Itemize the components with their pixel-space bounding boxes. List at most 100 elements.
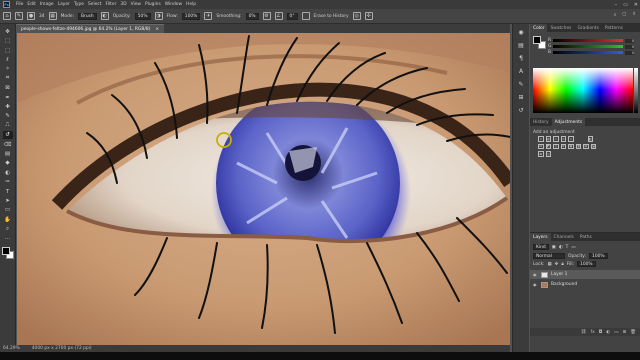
close-icon[interactable]: ✕ [634, 2, 638, 8]
brush-preset-icon[interactable]: ● [27, 12, 35, 20]
brush-icon[interactable]: ✎ [3, 113, 13, 121]
zoom-level[interactable]: 64.29% [3, 346, 20, 351]
black-white-icon[interactable]: ◩ [545, 143, 551, 149]
lock-pixels-icon[interactable]: ▦ [548, 262, 552, 267]
airbrush-icon[interactable]: ✈ [204, 12, 213, 20]
pressure-size-icon[interactable]: ◎ [352, 12, 361, 20]
menu-file[interactable]: File [16, 2, 23, 7]
libraries-icon[interactable]: ▤ [517, 42, 525, 49]
marquee-icon[interactable]: ⬚ [3, 47, 13, 55]
visibility-eye-icon[interactable]: ◉ [533, 282, 538, 287]
search-icon[interactable]: ⌕ [614, 12, 616, 18]
eraser-icon[interactable]: ⌫ [3, 141, 13, 149]
menu-window[interactable]: Window [165, 2, 182, 7]
layer-kind-filter[interactable]: Kind [533, 244, 549, 250]
foreground-swatch[interactable] [1, 246, 10, 255]
menu-3d[interactable]: 3D [120, 2, 126, 7]
channel-mixer-icon[interactable]: ⊕ [560, 143, 566, 149]
gradient-icon[interactable]: ▤ [3, 150, 13, 158]
link-layers-icon[interactable]: ⛓ [581, 330, 587, 335]
close-tab-icon[interactable]: × [155, 27, 159, 32]
red-value[interactable]: 0 [625, 38, 634, 43]
brightness-icon[interactable]: ☼ [538, 136, 544, 142]
symmetry-icon[interactable]: ✣ [364, 12, 373, 20]
blur-icon[interactable]: ◆ [3, 159, 13, 167]
layer-row-layer-1[interactable]: ◉ Layer 1 [530, 270, 640, 279]
fill-field[interactable]: 100% [577, 261, 596, 267]
menu-help[interactable]: Help [186, 2, 196, 7]
path-select-icon[interactable]: ➤ [3, 197, 13, 205]
color-lookup-icon[interactable]: ▦ [568, 143, 574, 149]
document-tab[interactable]: people-shows-feltze-494606.jpg @ 64.2% (… [16, 24, 165, 33]
color-spectrum[interactable] [533, 68, 633, 113]
hue-saturation-icon[interactable]: ◧ [587, 136, 593, 142]
layer-name[interactable]: Background [551, 282, 577, 287]
blue-slider[interactable]: B 0 [548, 50, 634, 55]
tab-layers[interactable]: Layers [530, 233, 551, 241]
mode-select[interactable]: Brush [78, 12, 97, 20]
character-icon[interactable]: A [517, 68, 525, 75]
gradient-map-icon[interactable]: ▬ [538, 151, 544, 157]
photo-filter-icon[interactable]: ◎ [553, 143, 559, 149]
minimize-icon[interactable]: – [615, 2, 618, 8]
artboard-icon[interactable]: ⬚ [3, 37, 13, 45]
dodge-icon[interactable]: ◐ [3, 169, 13, 177]
menu-plugins[interactable]: Plugins [145, 2, 161, 7]
posterize-icon[interactable]: ▤ [583, 143, 589, 149]
home-icon[interactable]: ⌂ [3, 12, 11, 20]
new-layer-icon[interactable]: ⊞ [623, 330, 627, 335]
lock-all-icon[interactable]: 🔒︎ [561, 261, 563, 267]
lock-position-icon[interactable]: ✥ [555, 262, 559, 267]
angle-field[interactable]: 0° [286, 12, 298, 20]
smoothing-settings-icon[interactable]: ⚙ [262, 12, 271, 20]
green-slider[interactable]: G 0 [548, 44, 634, 49]
layer-name[interactable]: Layer 1 [551, 272, 567, 277]
layer-opacity-field[interactable]: 100% [589, 253, 608, 259]
document-canvas[interactable] [17, 33, 510, 345]
move-icon[interactable]: ✥ [3, 28, 13, 36]
layer-row-background[interactable]: ◉ Background [530, 280, 640, 289]
menu-view[interactable]: View [131, 2, 141, 7]
exposure-icon[interactable]: ± [560, 136, 566, 142]
color-balance-icon[interactable]: ⚖ [538, 143, 544, 149]
green-value[interactable]: 0 [625, 44, 634, 49]
blue-value[interactable]: 0 [625, 50, 634, 55]
filter-pixel-icon[interactable]: ▣ [552, 245, 556, 250]
pressure-icon[interactable]: ◑ [154, 12, 163, 20]
tab-adjustments[interactable]: Adjustments [551, 118, 586, 126]
tab-gradients[interactable]: Gradients [574, 24, 601, 32]
red-slider[interactable]: R 0 [548, 38, 634, 43]
tab-color[interactable]: Color [530, 24, 548, 32]
filter-shape-icon[interactable]: ▭ [571, 245, 575, 250]
selective-color-icon[interactable]: ◫ [545, 151, 551, 157]
color-swatches[interactable] [1, 246, 14, 259]
paragraph-icon[interactable]: ¶ [517, 55, 525, 62]
healing-icon[interactable]: ✚ [3, 103, 13, 111]
pressure-opacity-icon[interactable]: ◐ [100, 12, 109, 20]
menu-layer[interactable]: Layer [58, 2, 70, 7]
red-slider-track[interactable] [553, 39, 623, 42]
workspace-icon[interactable]: ▢ [622, 12, 626, 18]
foreground-color[interactable] [533, 36, 541, 44]
green-slider-track[interactable] [553, 45, 623, 48]
tab-history[interactable]: History [530, 118, 552, 126]
menu-filter[interactable]: Filter [106, 2, 117, 7]
tab-paths[interactable]: Paths [577, 233, 595, 241]
delete-layer-icon[interactable]: 🗑︎ [630, 330, 636, 335]
erase-to-history-checkbox[interactable] [301, 12, 310, 20]
history-icon[interactable]: ↺ [517, 107, 525, 114]
clone-stamp-icon[interactable]: ⎍ [3, 122, 13, 130]
flow-field[interactable]: 100% [181, 12, 201, 20]
history-brush-tool-icon[interactable]: ✎ [15, 12, 23, 20]
menu-image[interactable]: Image [40, 2, 54, 7]
zoom-icon[interactable]: ⌕ [3, 225, 13, 233]
maximize-icon[interactable]: ▭ [623, 2, 628, 8]
blend-mode-select[interactable]: Normal [533, 253, 565, 259]
menu-edit[interactable]: Edit [27, 2, 36, 7]
blue-slider-track[interactable] [553, 51, 623, 54]
layer-style-icon[interactable]: fx [590, 330, 594, 335]
quick-select-icon[interactable]: ✧ [3, 66, 13, 74]
vibrance-icon[interactable]: ▽ [568, 136, 574, 142]
new-adjustment-icon[interactable]: ◐ [606, 330, 610, 335]
new-group-icon[interactable]: ▭ [614, 330, 618, 335]
